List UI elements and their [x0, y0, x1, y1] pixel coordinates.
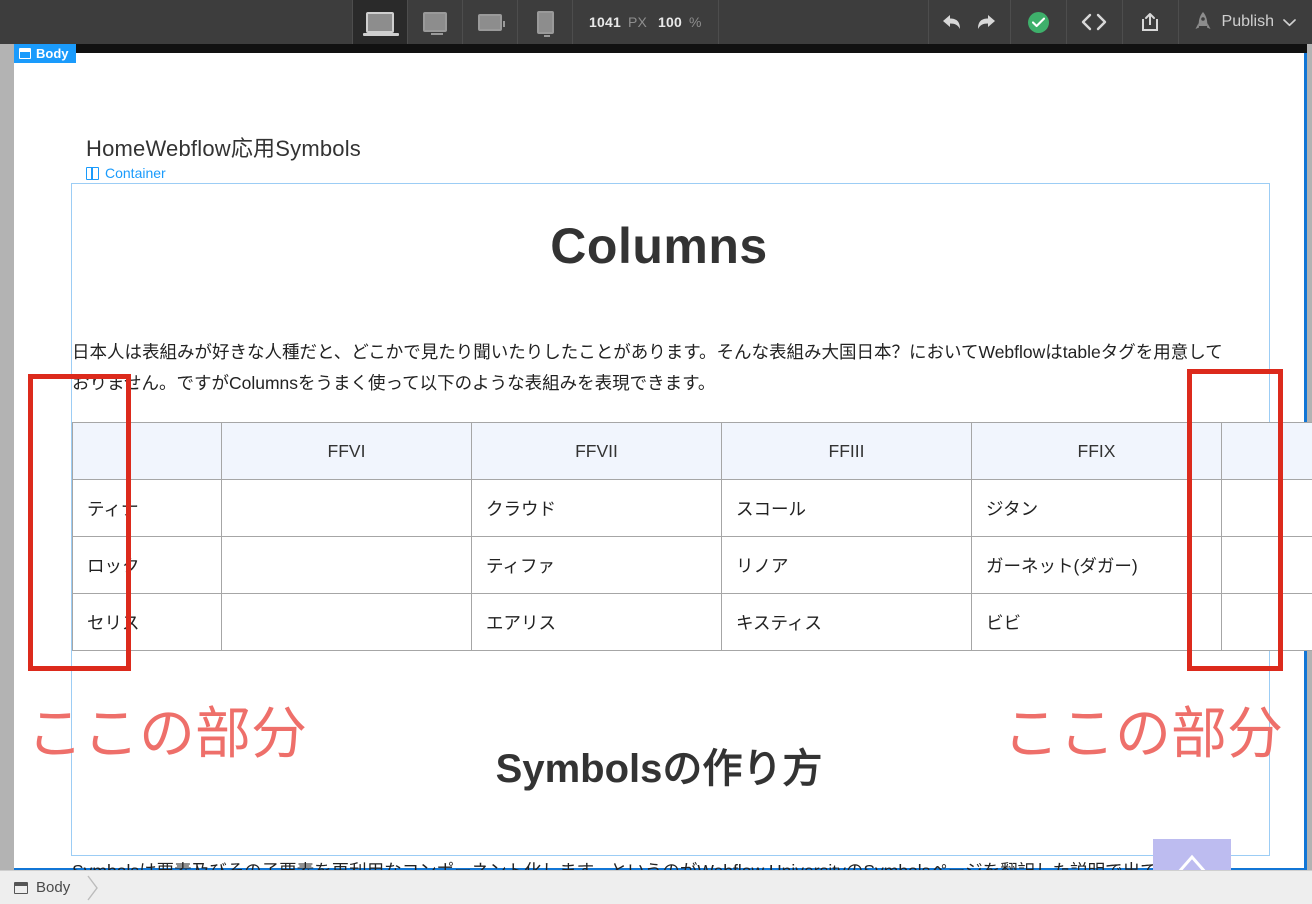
table-cell[interactable]: スコール [722, 480, 972, 537]
chevron-down-icon [1283, 18, 1296, 27]
table-cell[interactable] [222, 480, 472, 537]
table-cell[interactable]: ビビ [972, 594, 1222, 651]
save-status-button[interactable] [1010, 0, 1066, 44]
tablet-icon [423, 12, 447, 32]
chevron-up-icon [1153, 839, 1231, 870]
redo-arrow-icon[interactable] [974, 13, 996, 31]
canvas-zoom-value: 100 [658, 14, 682, 30]
design-canvas: Body HomeWebflow応用Symbols Container Colu… [0, 44, 1312, 870]
device-breakpoint-group [352, 0, 572, 44]
table-header-row: FFVI FFVII FFIII FFIX [73, 423, 1312, 480]
table-cell[interactable]: クラウド [472, 480, 722, 537]
top-toolbar: 1041 PX 100 % [0, 0, 1312, 44]
code-view-button[interactable] [1066, 0, 1122, 44]
toolbar-left-spacer [0, 0, 352, 44]
rocket-icon [1193, 11, 1213, 33]
annotation-box-left [28, 374, 131, 671]
table-cell[interactable]: ガーネット(ダガー) [972, 537, 1222, 594]
undo-redo-group[interactable] [928, 0, 1010, 44]
container-label-text: Container [105, 165, 166, 181]
body-badge-label: Body [36, 46, 69, 61]
code-brackets-icon [1080, 13, 1108, 31]
nav-text[interactable]: HomeWebflow応用Symbols [86, 131, 361, 163]
mobile-icon [537, 11, 554, 34]
device-mobile-button[interactable] [517, 0, 572, 44]
device-tablet-button[interactable] [407, 0, 462, 44]
window-icon [14, 882, 28, 894]
table-cell[interactable] [222, 537, 472, 594]
export-button[interactable] [1122, 0, 1178, 44]
toolbar-right-group: Publish [928, 0, 1312, 44]
canvas-zoom-unit: % [689, 14, 702, 30]
paragraph-bottom[interactable]: Symbolsは要素及びその子要素を再利用なコンポーネント化します。というのがW… [72, 856, 1232, 870]
table-cell[interactable] [222, 594, 472, 651]
toolbar-middle-spacer [719, 0, 928, 44]
canvas-size-readout[interactable]: 1041 PX 100 % [572, 0, 719, 44]
desktop-icon [366, 12, 394, 33]
body-selection-badge[interactable]: Body [14, 44, 76, 63]
table-cell[interactable]: エアリス [472, 594, 722, 651]
table-header-cell[interactable]: FFIX [972, 423, 1222, 480]
columns-table[interactable]: FFVI FFVII FFIII FFIX ティナ クラウド スコール ジタン [72, 422, 1312, 651]
breadcrumb-separator-icon [82, 871, 104, 904]
table-cell[interactable]: キスティス [722, 594, 972, 651]
table-cell[interactable]: ティファ [472, 537, 722, 594]
table-row: ティナ クラウド スコール ジタン [73, 480, 1312, 537]
canvas-width-unit: PX [628, 14, 647, 30]
canvas-width-value: 1041 [589, 14, 621, 30]
annotation-text-right: ここの部分 [1003, 689, 1283, 770]
breadcrumb-item-body[interactable]: Body [0, 871, 82, 904]
table-row: セリス エアリス キスティス ビビ [73, 594, 1312, 651]
heading-columns[interactable]: Columns [14, 217, 1304, 275]
table-cell[interactable]: リノア [722, 537, 972, 594]
window-icon [19, 48, 31, 59]
columns-table-wrapper: FFVI FFVII FFIII FFIX ティナ クラウド スコール ジタン [72, 422, 1271, 651]
table-row: ロック ティファ リノア ガーネット(ダガー) [73, 537, 1312, 594]
table-header-cell[interactable]: FFVI [222, 423, 472, 480]
breadcrumb-label: Body [36, 879, 70, 896]
share-export-icon [1139, 12, 1161, 32]
paragraph-top[interactable]: 日本人は表組みが好きな人種だと、どこかで見たり聞いたりしたことがあります。そんな… [72, 337, 1232, 399]
undo-arrow-icon[interactable] [942, 13, 964, 31]
device-desktop-button[interactable] [352, 0, 407, 44]
tablet-landscape-icon [478, 14, 502, 31]
columns-icon [86, 167, 99, 180]
scroll-to-top-button[interactable] [1153, 839, 1231, 870]
canvas-top-strip [14, 44, 1307, 53]
table-header-cell[interactable]: FFIII [722, 423, 972, 480]
publish-button[interactable]: Publish [1178, 0, 1312, 44]
annotation-box-right [1187, 369, 1283, 671]
device-tablet-landscape-button[interactable] [462, 0, 517, 44]
table-header-cell[interactable]: FFVII [472, 423, 722, 480]
table-cell[interactable]: ジタン [972, 480, 1222, 537]
container-selection-label[interactable]: Container [86, 165, 166, 181]
bottom-breadcrumb-bar: Body [0, 870, 1312, 904]
green-checkmark-icon [1028, 12, 1049, 33]
publish-label: Publish [1222, 13, 1274, 31]
annotation-text-left: ここの部分 [27, 689, 307, 770]
